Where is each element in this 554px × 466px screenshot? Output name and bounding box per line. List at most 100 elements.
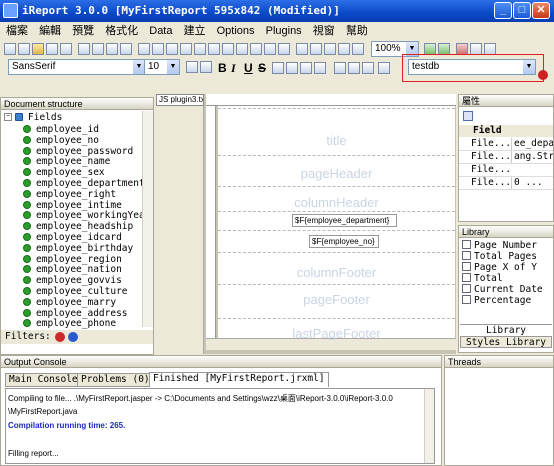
rectangle-tool-icon[interactable]	[166, 43, 178, 55]
font-shrink-icon[interactable]	[200, 61, 212, 73]
property-value[interactable]: ee_depar	[511, 138, 553, 150]
cut-icon[interactable]	[78, 43, 90, 55]
run-datasource-icon[interactable]	[324, 43, 336, 55]
menu-preview[interactable]: 預覽	[72, 25, 94, 37]
menu-data[interactable]: Data	[149, 25, 172, 37]
band-page-footer[interactable]: pageFooter	[218, 292, 455, 307]
field-item[interactable]: employee_govvis	[23, 275, 122, 286]
menu-file[interactable]: 檔案	[6, 25, 28, 37]
field-item[interactable]: employee_intime	[23, 200, 122, 211]
property-value[interactable]: ang.Str	[511, 151, 553, 163]
valign-top-icon[interactable]	[334, 62, 346, 74]
valign-middle-icon[interactable]	[348, 62, 360, 74]
barcode-tool-icon[interactable]	[264, 43, 276, 55]
tab-styles-library[interactable]: Styles Library	[460, 336, 552, 348]
field-item[interactable]: employee_culture	[23, 286, 128, 297]
designer-tab[interactable]: JS plugin3.txt	[156, 94, 204, 106]
field-item[interactable]: employee_region	[23, 254, 122, 265]
save-icon[interactable]	[46, 43, 58, 55]
tab-library[interactable]: Library	[460, 324, 552, 336]
align-justify-icon[interactable]	[314, 62, 326, 74]
menu-format[interactable]: 格式化	[105, 25, 138, 37]
open-icon[interactable]	[32, 43, 44, 55]
field-item[interactable]: employee_department	[23, 178, 145, 189]
run-icon[interactable]	[310, 43, 322, 55]
valign-bottom-icon[interactable]	[362, 62, 374, 74]
menu-options[interactable]: Options	[217, 25, 255, 37]
field-item[interactable]: employee_id	[23, 124, 99, 135]
band-column-footer[interactable]: columnFooter	[218, 265, 455, 280]
border-icon[interactable]	[378, 62, 390, 74]
field-item[interactable]: employee_no	[23, 135, 99, 146]
close-button[interactable]: ✕	[532, 2, 550, 19]
library-item[interactable]: Current Date	[462, 284, 543, 295]
maximize-button[interactable]: □	[513, 2, 531, 19]
property-row[interactable]: File...ee_depar	[459, 138, 553, 151]
fields-scrollbar[interactable]	[142, 111, 153, 327]
compile-icon[interactable]	[296, 43, 308, 55]
library-item[interactable]: Page X of Y	[462, 262, 537, 273]
tab-problems[interactable]: Problems (0)	[77, 373, 154, 387]
band-page-header[interactable]: pageHeader	[218, 166, 455, 181]
menu-build[interactable]: 建立	[184, 25, 206, 37]
ellipse-tool-icon[interactable]	[180, 43, 192, 55]
field-item[interactable]: employee_marry	[23, 297, 116, 308]
underline-button[interactable]: U	[244, 61, 253, 75]
library-item[interactable]: Total Pages	[462, 251, 537, 262]
menu-help[interactable]: 幫助	[346, 25, 368, 37]
band-last-page-footer[interactable]: lastPageFooter	[218, 326, 455, 340]
field-item[interactable]: employee_birthday	[23, 243, 133, 254]
field-item[interactable]: employee_nation	[23, 264, 122, 275]
field-item[interactable]: employee_headship	[23, 221, 133, 232]
filter-blue-icon[interactable]	[68, 332, 78, 342]
datasource-icon[interactable]	[538, 70, 548, 80]
fields-root[interactable]: Fields	[15, 112, 62, 123]
align-right-icon[interactable]	[300, 62, 312, 74]
field-item[interactable]: employee_right	[23, 189, 116, 200]
sort-icon[interactable]	[463, 111, 473, 121]
bold-button[interactable]: B	[218, 61, 227, 75]
tab-main-console[interactable]: Main Console	[5, 373, 82, 387]
library-item[interactable]: Total	[462, 273, 503, 284]
property-row[interactable]: File...	[459, 164, 553, 177]
collapse-icon[interactable]: −	[4, 113, 12, 121]
field-item[interactable]: employee_password	[23, 146, 133, 157]
crosstab-tool-icon[interactable]	[278, 43, 290, 55]
property-row[interactable]: File... 0 ...	[459, 177, 553, 190]
image-tool-icon[interactable]	[222, 43, 234, 55]
field-item[interactable]: employee_phone	[23, 318, 116, 329]
font-grow-icon[interactable]	[186, 61, 198, 73]
menu-window[interactable]: 視窗	[313, 25, 335, 37]
band-column-header[interactable]: columnHeader	[218, 195, 455, 210]
property-row[interactable]: File... ang.Str	[459, 151, 553, 164]
strikethrough-button[interactable]: S	[258, 61, 266, 75]
console-scrollbar[interactable]	[424, 389, 434, 463]
text-field-department[interactable]: $F{employee_department}	[292, 214, 397, 227]
font-combo[interactable]: SansSerif ▼	[8, 59, 146, 75]
save-all-icon[interactable]	[60, 43, 72, 55]
paste-icon[interactable]	[106, 43, 118, 55]
undo-icon[interactable]	[120, 43, 132, 55]
property-value[interactable]: 0 ...	[511, 177, 553, 189]
properties-category[interactable]: Field	[459, 125, 553, 137]
chart-tool-icon[interactable]	[250, 43, 262, 55]
field-item[interactable]: employee_address	[23, 308, 128, 319]
text-tool-icon[interactable]	[194, 43, 206, 55]
menu-edit[interactable]: 編輯	[39, 25, 61, 37]
align-left-icon[interactable]	[272, 62, 284, 74]
text-field-no[interactable]: $F{employee_no}	[309, 235, 379, 248]
minimize-button[interactable]: _	[494, 2, 512, 19]
library-item[interactable]: Percentage	[462, 295, 531, 306]
italic-button[interactable]: I	[231, 61, 236, 76]
wizard-icon[interactable]	[18, 43, 30, 55]
pointer-icon[interactable]	[138, 43, 150, 55]
tab-finished[interactable]: Finished [MyFirstReport.jrxml]	[149, 372, 329, 387]
align-center-icon[interactable]	[286, 62, 298, 74]
subreport-tool-icon[interactable]	[236, 43, 248, 55]
menu-plugins[interactable]: Plugins	[266, 25, 302, 37]
field-item[interactable]: employee_sex	[23, 167, 105, 178]
field-item[interactable]: employee_idcard	[23, 232, 122, 243]
copy-icon[interactable]	[92, 43, 104, 55]
field-item[interactable]: employee_workingYear	[23, 210, 150, 221]
new-icon[interactable]	[4, 43, 16, 55]
